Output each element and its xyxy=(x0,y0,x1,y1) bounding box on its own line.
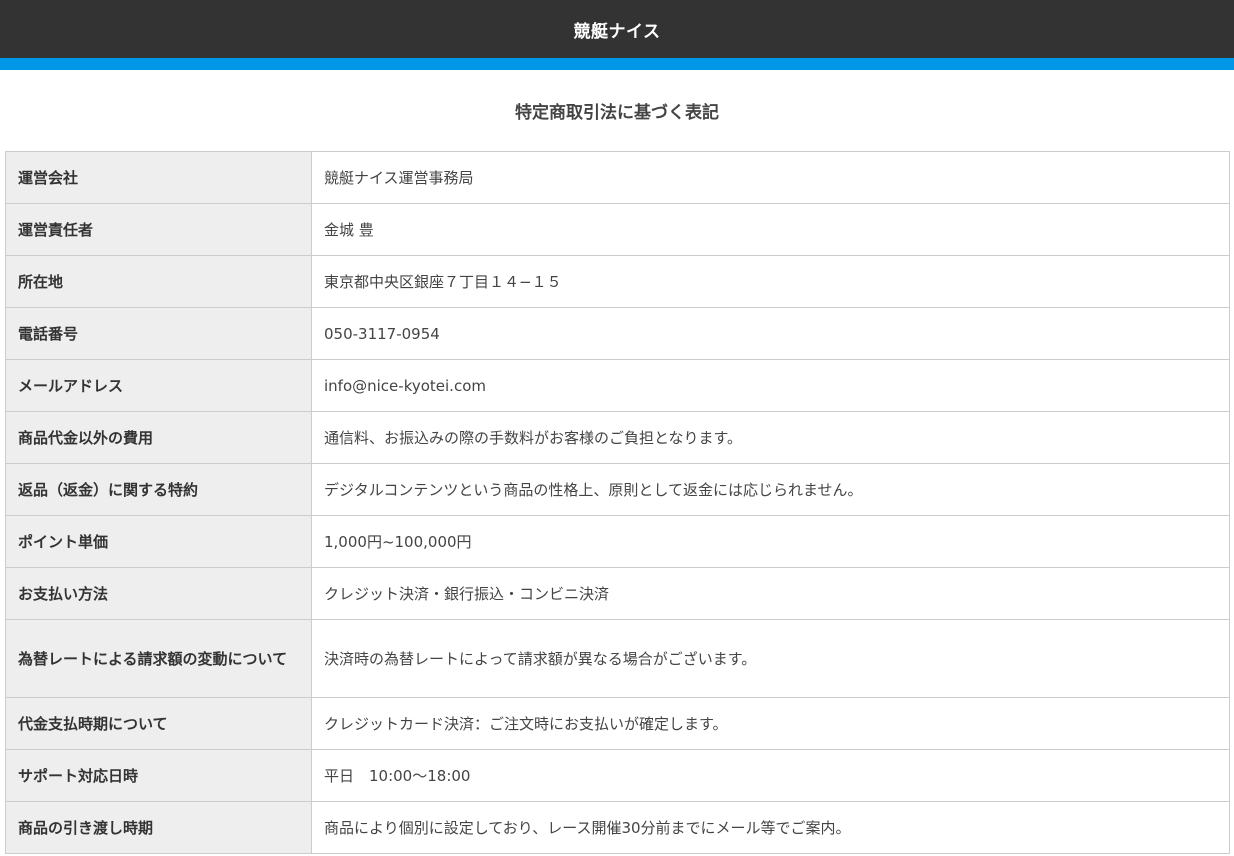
legal-info-table: 運営会社 競艇ナイス運営事務局 運営責任者 金城 豊 所在地 東京都中央区銀座７… xyxy=(5,151,1230,854)
row-value: クレジットカード決済：ご注文時にお支払いが確定します。 xyxy=(311,697,1230,750)
table-row: 運営責任者 金城 豊 xyxy=(5,203,1230,256)
row-label: 代金支払時期について xyxy=(5,697,312,750)
row-value: 競艇ナイス運営事務局 xyxy=(311,151,1230,204)
row-label: 所在地 xyxy=(5,255,312,308)
table-row: ポイント単価 1,000円~100,000円 xyxy=(5,515,1230,568)
table-row: 商品の引き渡し時期 商品により個別に設定しており、レース開催30分前までにメール… xyxy=(5,801,1230,854)
table-row: サポート対応日時 平日 10:00〜18:00 xyxy=(5,749,1230,802)
row-value: 東京都中央区銀座７丁目１４−１５ xyxy=(311,255,1230,308)
row-label: 返品（返金）に関する特約 xyxy=(5,463,312,516)
row-label: 商品の引き渡し時期 xyxy=(5,801,312,854)
row-label: 運営会社 xyxy=(5,151,312,204)
table-row: 代金支払時期について クレジットカード決済：ご注文時にお支払いが確定します。 xyxy=(5,697,1230,750)
table-row: 所在地 東京都中央区銀座７丁目１４−１５ xyxy=(5,255,1230,308)
row-value: 金城 豊 xyxy=(311,203,1230,256)
row-label: 為替レートによる請求額の変動について xyxy=(5,619,312,698)
table-row: 商品代金以外の費用 通信料、お振込みの際の手数料がお客様のご負担となります。 xyxy=(5,411,1230,464)
row-label: メールアドレス xyxy=(5,359,312,412)
row-label: 運営責任者 xyxy=(5,203,312,256)
row-value: デジタルコンテンツという商品の性格上、原則として返金には応じられません。 xyxy=(311,463,1230,516)
table-row: 運営会社 競艇ナイス運営事務局 xyxy=(5,151,1230,204)
table-row: 返品（返金）に関する特約 デジタルコンテンツという商品の性格上、原則として返金に… xyxy=(5,463,1230,516)
row-label: お支払い方法 xyxy=(5,567,312,620)
table-row: お支払い方法 クレジット決済・銀行振込・コンビニ決済 xyxy=(5,567,1230,620)
row-value: クレジット決済・銀行振込・コンビニ決済 xyxy=(311,567,1230,620)
header-accent-bar xyxy=(0,58,1234,70)
table-row: メールアドレス info@nice-kyotei.com xyxy=(5,359,1230,412)
row-label: 商品代金以外の費用 xyxy=(5,411,312,464)
row-value: info@nice-kyotei.com xyxy=(311,359,1230,412)
table-row: 為替レートによる請求額の変動について 決済時の為替レートによって請求額が異なる場… xyxy=(5,619,1230,698)
row-label: 電話番号 xyxy=(5,307,312,360)
row-value: 商品により個別に設定しており、レース開催30分前までにメール等でご案内。 xyxy=(311,801,1230,854)
table-row: 電話番号 050-3117-0954 xyxy=(5,307,1230,360)
row-value: 050-3117-0954 xyxy=(311,307,1230,360)
site-header: 競艇ナイス xyxy=(0,0,1234,58)
page-title: 特定商取引法に基づく表記 xyxy=(515,103,719,123)
row-value: 平日 10:00〜18:00 xyxy=(311,749,1230,802)
row-value: 1,000円~100,000円 xyxy=(311,515,1230,568)
row-value: 決済時の為替レートによって請求額が異なる場合がございます。 xyxy=(311,619,1230,698)
site-title[interactable]: 競艇ナイス xyxy=(574,17,661,42)
row-label: ポイント単価 xyxy=(5,515,312,568)
row-value: 通信料、お振込みの際の手数料がお客様のご負担となります。 xyxy=(311,411,1230,464)
row-label: サポート対応日時 xyxy=(5,749,312,802)
